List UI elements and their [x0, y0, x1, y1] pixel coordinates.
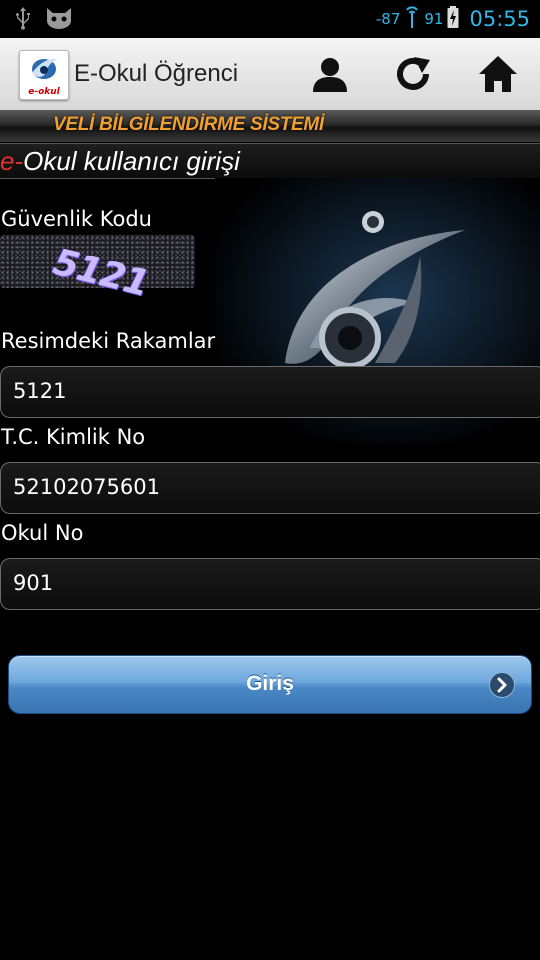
wifi-signal-icon: [404, 5, 420, 33]
page-title-text: Okul kullanıcı girişi: [23, 146, 240, 176]
refresh-icon: [397, 57, 430, 90]
action-bar: e-okul E-Okul Öğrenci: [0, 38, 540, 111]
profile-button[interactable]: [305, 51, 355, 97]
page-title-prefix: e-: [0, 146, 24, 176]
tc-label: T.C. Kimlik No: [1, 425, 146, 449]
clock: 05:55: [469, 7, 530, 31]
digits-input[interactable]: [13, 379, 513, 403]
app-logo[interactable]: e-okul: [19, 50, 69, 100]
banner-text: VELİ BİLGİLENDİRME SİSTEMİ: [53, 114, 324, 135]
eokul-logo-icon: [32, 58, 58, 79]
signal-strength-text: -87: [375, 10, 401, 28]
school-no-label: Okul No: [1, 521, 84, 545]
refresh-button[interactable]: [389, 51, 439, 97]
school-no-field[interactable]: [0, 558, 540, 610]
digits-field[interactable]: [0, 366, 540, 418]
tc-input[interactable]: [13, 475, 513, 499]
person-icon: [313, 58, 347, 92]
android-debug-icon: [44, 6, 74, 34]
app-logo-label: e-okul: [28, 87, 60, 97]
page-title: e-Okul kullanıcı girişi: [0, 146, 240, 177]
school-no-input[interactable]: [13, 571, 513, 595]
tc-field[interactable]: [0, 462, 540, 514]
home-button[interactable]: [473, 51, 523, 97]
captcha-text: 5121: [49, 241, 153, 305]
captcha-image: 5121: [0, 235, 195, 305]
status-bar: -87 91 05:55: [0, 0, 540, 38]
app-title: E-Okul Öğrenci: [74, 60, 239, 87]
usb-icon: [14, 6, 32, 34]
login-label: Giriş: [246, 672, 294, 695]
chevron-right-icon: [489, 672, 515, 698]
login-button[interactable]: Giriş: [8, 655, 532, 714]
security-code-label: Güvenlik Kodu: [1, 207, 152, 231]
banner: VELİ BİLGİLENDİRME SİSTEMİ: [0, 110, 540, 142]
home-icon: [479, 56, 517, 92]
page-header: e-Okul kullanıcı girişi: [0, 143, 540, 179]
battery-level-text: 91: [424, 10, 444, 28]
battery-charging-icon: [447, 5, 459, 33]
digits-label: Resimdeki Rakamlar: [1, 329, 216, 353]
